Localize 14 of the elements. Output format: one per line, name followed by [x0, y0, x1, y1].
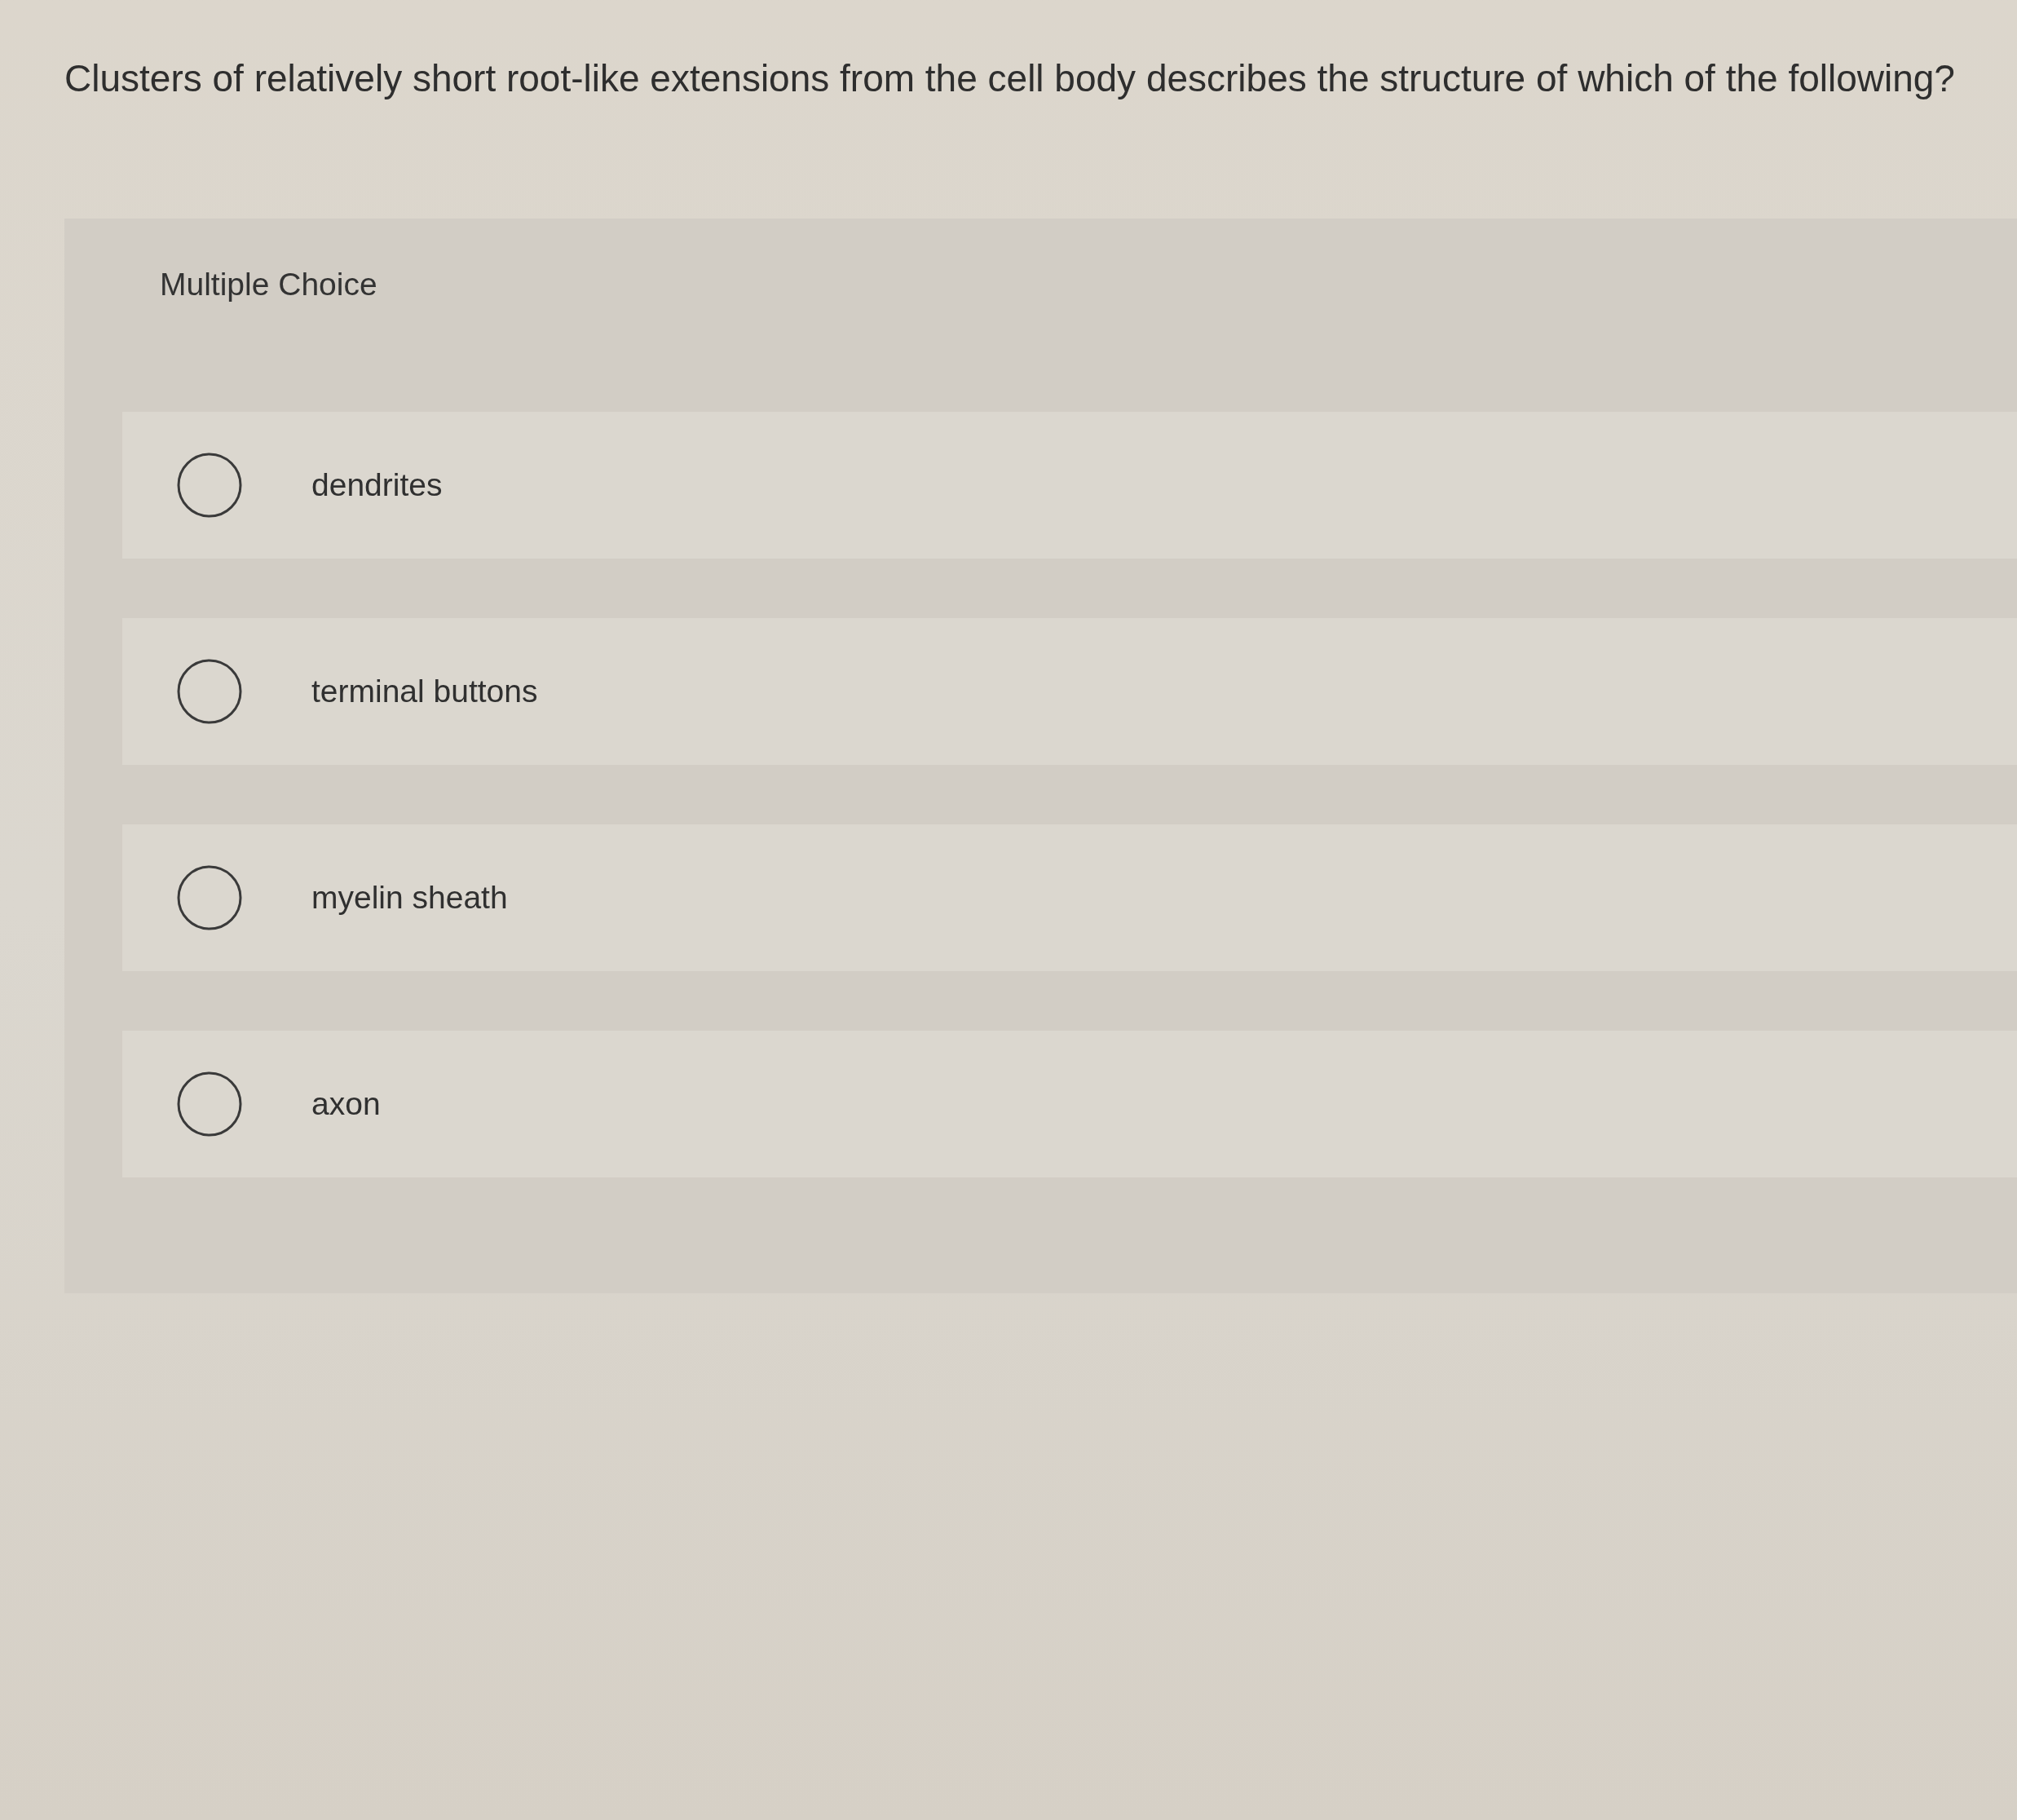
answer-option[interactable]: axon — [122, 1031, 2017, 1177]
radio-button-icon[interactable] — [177, 1071, 242, 1137]
answer-option[interactable]: terminal buttons — [122, 618, 2017, 765]
radio-button-icon[interactable] — [177, 659, 242, 724]
option-label: dendrites — [311, 466, 443, 504]
radio-button-icon[interactable] — [177, 865, 242, 930]
option-label: terminal buttons — [311, 672, 538, 710]
answer-option[interactable]: myelin sheath — [122, 824, 2017, 971]
option-label: myelin sheath — [311, 878, 508, 917]
answer-option[interactable]: dendrites — [122, 412, 2017, 559]
option-label: axon — [311, 1084, 381, 1123]
radio-button-icon[interactable] — [177, 453, 242, 518]
question-type-label: Multiple Choice — [160, 265, 377, 303]
question-text: Clusters of relatively short root-like extensions from the cell body describes the structure of which of the following? — [64, 56, 1955, 101]
